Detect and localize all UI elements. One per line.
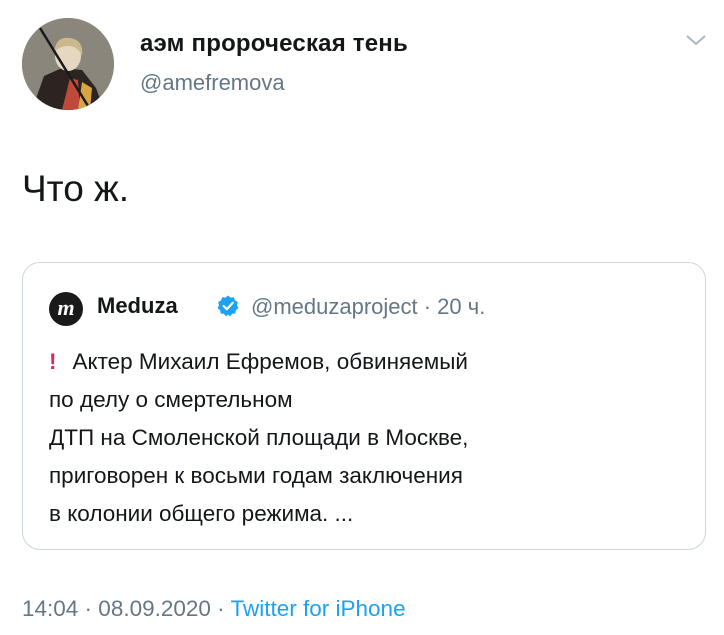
chevron-down-icon[interactable] (683, 30, 709, 50)
quoted-line-3: ДТП на Смоленской площади в Москве, (49, 425, 469, 450)
tweet-source-link[interactable]: Twitter for iPhone (231, 596, 406, 621)
exclamation-icon: ! (49, 349, 57, 374)
quoted-line-text: Актер Михаил Ефремов, обвиняемый (72, 349, 468, 374)
verified-badge-icon (217, 295, 239, 317)
quoted-tweet-card[interactable]: m Meduza @meduzaproject · 20 ч. ! Актер М… (22, 262, 706, 550)
author-display-name[interactable]: аэм пророческая тень (140, 30, 408, 58)
tweet-footer: 14:04 · 08.09.2020 · Twitter for iPhone (22, 596, 406, 622)
quoted-tweet-body: ! Актер Михаил Ефремов, обвиняемый по дел… (49, 343, 689, 533)
tweet-text: Что ж. (22, 168, 130, 209)
avatar-illustration (22, 18, 114, 110)
quoted-author-name: Meduza (97, 293, 178, 318)
quoted-line-5: в колонии общего режима. ... (49, 501, 354, 526)
quoted-line-2: по делу о смертельном (49, 387, 293, 412)
tweet-timestamp[interactable]: 14:04 · 08.09.2020 · (22, 596, 231, 621)
quoted-line-1: ! Актер Михаил Ефремов, обвиняемый (49, 343, 689, 381)
quoted-handle-time: @meduzaproject · 20 ч. (251, 294, 486, 319)
author-handle[interactable]: @amefremova (140, 70, 285, 96)
author-avatar[interactable] (22, 18, 114, 110)
meduza-logo-icon: m (49, 292, 83, 326)
quoted-line-4: приговорен к восьми годам заключения (49, 463, 463, 488)
